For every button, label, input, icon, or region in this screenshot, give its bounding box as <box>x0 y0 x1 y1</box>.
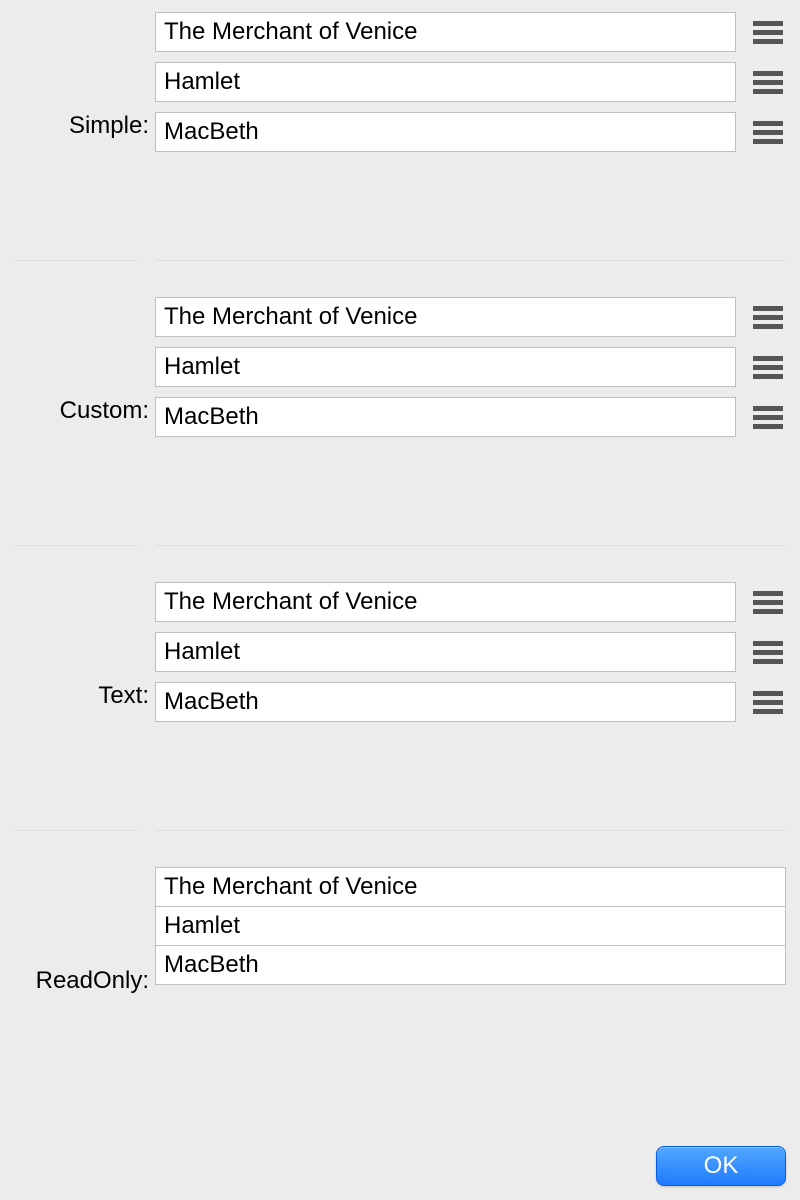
list-readonly-row-2: MacBeth <box>155 946 786 985</box>
list-simple: The Merchant of Venice Hamlet MacBeth <box>155 0 786 162</box>
list-custom-row-0[interactable]: The Merchant of Venice <box>155 297 786 337</box>
label-custom: Custom: <box>0 285 155 445</box>
label-simple-text: Simple: <box>69 112 149 140</box>
separator <box>0 260 800 261</box>
drag-handle-icon[interactable] <box>750 639 786 666</box>
drag-handle-icon[interactable] <box>750 589 786 616</box>
list-text-item-1[interactable]: Hamlet <box>155 632 736 672</box>
label-readonly: ReadOnly: <box>0 855 155 1015</box>
label-simple: Simple: <box>0 0 155 160</box>
ok-button[interactable]: OK <box>656 1146 786 1186</box>
list-custom-item-1[interactable]: Hamlet <box>155 347 736 387</box>
list-simple-row-0[interactable]: The Merchant of Venice <box>155 12 786 52</box>
list-simple-item-2[interactable]: MacBeth <box>155 112 736 152</box>
drag-handle-icon[interactable] <box>750 404 786 431</box>
drag-handle-icon[interactable] <box>750 19 786 46</box>
list-text-row-0[interactable]: The Merchant of Venice <box>155 582 786 622</box>
list-text-row-1[interactable]: Hamlet <box>155 632 786 672</box>
list-text-row-2[interactable]: MacBeth <box>155 682 786 722</box>
list-readonly-item-2: MacBeth <box>155 945 786 985</box>
drag-handle-icon[interactable] <box>750 304 786 331</box>
list-custom-row-2[interactable]: MacBeth <box>155 397 786 437</box>
list-custom: The Merchant of Venice Hamlet MacBeth <box>155 285 786 447</box>
drag-handle-icon[interactable] <box>750 354 786 381</box>
list-readonly-item-1: Hamlet <box>155 906 786 946</box>
list-custom-item-2[interactable]: MacBeth <box>155 397 736 437</box>
list-text-item-0[interactable]: The Merchant of Venice <box>155 582 736 622</box>
label-custom-text: Custom: <box>60 397 149 425</box>
list-simple-row-1[interactable]: Hamlet <box>155 62 786 102</box>
drag-handle-icon[interactable] <box>750 69 786 96</box>
label-text: Text: <box>0 570 155 730</box>
separator <box>0 545 800 546</box>
list-custom-row-1[interactable]: Hamlet <box>155 347 786 387</box>
list-simple-row-2[interactable]: MacBeth <box>155 112 786 152</box>
label-text-text: Text: <box>98 682 149 710</box>
label-readonly-text: ReadOnly: <box>36 967 149 995</box>
list-simple-item-1[interactable]: Hamlet <box>155 62 736 102</box>
separator <box>0 830 800 831</box>
list-simple-item-0[interactable]: The Merchant of Venice <box>155 12 736 52</box>
list-text-item-2[interactable]: MacBeth <box>155 682 736 722</box>
list-readonly-row-1: Hamlet <box>155 907 786 946</box>
list-readonly-row-0: The Merchant of Venice <box>155 867 786 907</box>
list-readonly-item-0: The Merchant of Venice <box>155 867 786 907</box>
drag-handle-icon[interactable] <box>750 689 786 716</box>
list-readonly: The Merchant of Venice Hamlet MacBeth <box>155 855 786 985</box>
drag-handle-icon[interactable] <box>750 119 786 146</box>
list-custom-item-0[interactable]: The Merchant of Venice <box>155 297 736 337</box>
list-text: The Merchant of Venice Hamlet MacBeth <box>155 570 786 732</box>
